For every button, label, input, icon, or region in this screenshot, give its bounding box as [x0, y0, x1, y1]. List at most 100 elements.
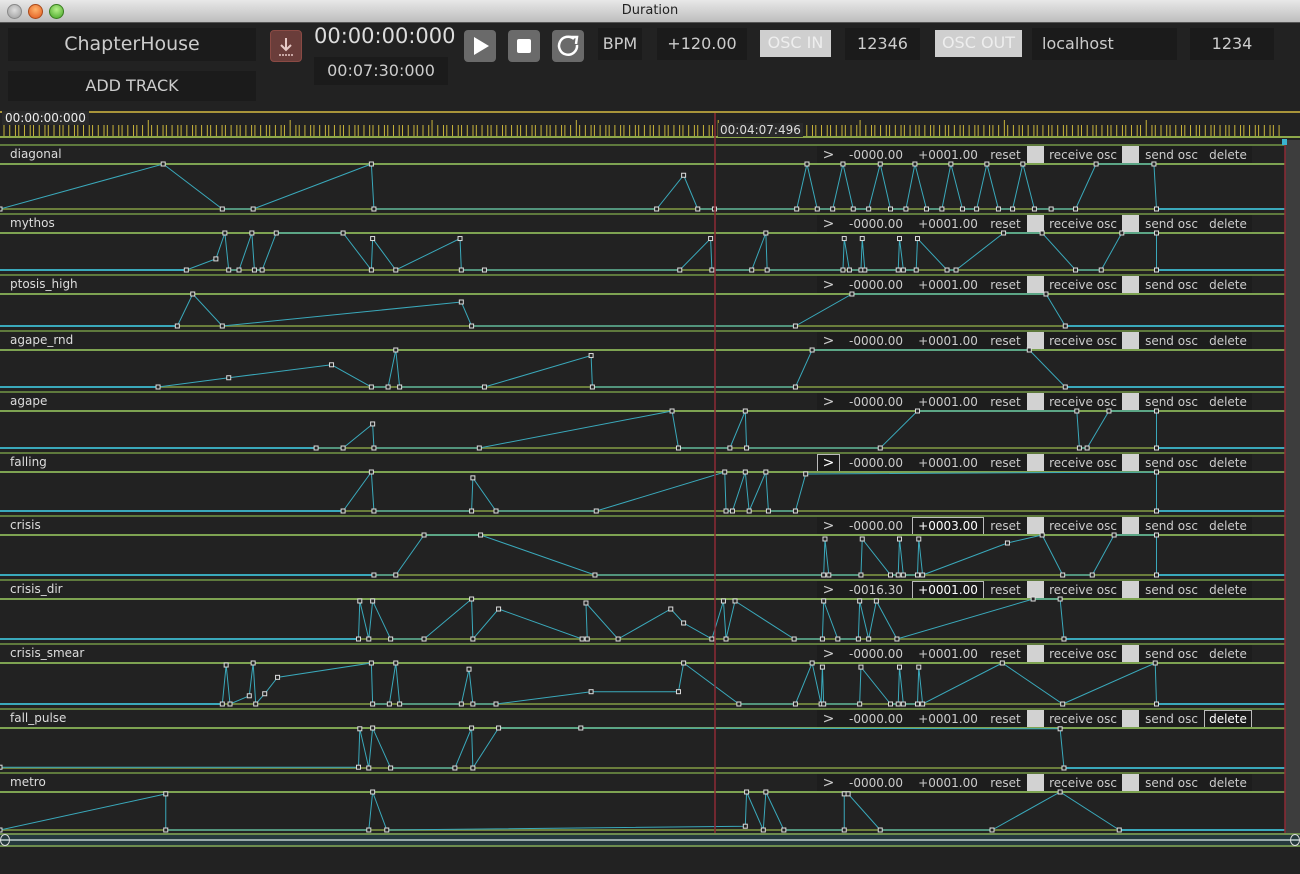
expand-button[interactable]: > [817, 146, 840, 164]
send-osc-checkbox[interactable] [1122, 517, 1139, 535]
track-crisis[interactable]: crisis > -0000.00 +0003.00 reset receive osc s… [0, 516, 1300, 578]
min-value-field[interactable]: -0000.00 [840, 393, 912, 411]
reset-button[interactable]: reset [984, 454, 1027, 472]
osc-in-toggle[interactable]: OSC IN [760, 30, 831, 57]
track-name[interactable]: agape_rnd [10, 333, 73, 347]
delete-button[interactable]: delete [1204, 393, 1252, 411]
min-value-field[interactable]: -0000.00 [840, 146, 912, 164]
delete-button[interactable]: delete [1204, 645, 1252, 663]
min-value-field[interactable]: -0000.00 [840, 645, 912, 663]
track-mythos[interactable]: mythos > -0000.00 +0001.00 reset receive osc s… [0, 214, 1300, 273]
track-name[interactable]: falling [10, 455, 47, 469]
reset-button[interactable]: reset [984, 393, 1027, 411]
min-value-field[interactable]: -0000.00 [840, 276, 912, 294]
track-name[interactable]: metro [10, 775, 46, 789]
max-value-field[interactable]: +0001.00 [912, 710, 984, 728]
min-value-field[interactable]: -0000.00 [840, 454, 912, 472]
receive-osc-checkbox[interactable] [1027, 645, 1044, 663]
receive-osc-checkbox[interactable] [1027, 581, 1044, 599]
track-metro[interactable]: metro > -0000.00 +0001.00 reset receive osc se… [0, 773, 1300, 833]
reset-button[interactable]: reset [984, 517, 1027, 535]
delete-button[interactable]: delete [1204, 215, 1252, 233]
track-name[interactable]: ptosis_high [10, 277, 78, 291]
track-agape_rnd[interactable]: agape_rnd > -0000.00 +0001.00 reset receive o… [0, 331, 1300, 390]
expand-button[interactable]: > [817, 645, 840, 663]
max-value-field[interactable]: +0001.00 [912, 215, 984, 233]
reset-button[interactable]: reset [984, 774, 1027, 792]
min-value-field[interactable]: -0000.00 [840, 517, 912, 535]
send-osc-checkbox[interactable] [1122, 774, 1139, 792]
track-name[interactable]: fall_pulse [10, 711, 66, 725]
play-button[interactable] [464, 30, 496, 62]
max-value-field[interactable]: +0001.00 [912, 332, 984, 350]
track-falling[interactable]: falling > -0000.00 +0001.00 reset receive osc… [0, 453, 1300, 514]
max-value-field[interactable]: +0001.00 [912, 454, 984, 472]
expand-button[interactable]: > [817, 215, 840, 233]
expand-button[interactable]: > [817, 454, 840, 472]
expand-button[interactable]: > [817, 276, 840, 294]
expand-button[interactable]: > [817, 710, 840, 728]
delete-button[interactable]: delete [1204, 517, 1252, 535]
track-ptosis_high[interactable]: ptosis_high > -0000.00 +0001.00 reset receive… [0, 275, 1300, 329]
receive-osc-checkbox[interactable] [1027, 710, 1044, 728]
receive-osc-checkbox[interactable] [1027, 774, 1044, 792]
track-name[interactable]: crisis_dir [10, 582, 63, 596]
send-osc-checkbox[interactable] [1122, 215, 1139, 233]
duration-field[interactable]: 00:07:30:000 [314, 57, 448, 85]
stop-button[interactable] [508, 30, 540, 62]
max-value-field[interactable]: +0001.00 [912, 581, 984, 599]
max-value-field[interactable]: +0001.00 [912, 393, 984, 411]
reset-button[interactable]: reset [984, 645, 1027, 663]
save-button[interactable] [270, 30, 302, 62]
send-osc-checkbox[interactable] [1122, 332, 1139, 350]
expand-button[interactable]: > [817, 581, 840, 599]
delete-button[interactable]: delete [1204, 774, 1252, 792]
expand-button[interactable]: > [817, 517, 840, 535]
osc-out-toggle[interactable]: OSC OUT [935, 30, 1022, 57]
max-value-field[interactable]: +0001.00 [912, 276, 984, 294]
reset-button[interactable]: reset [984, 276, 1027, 294]
reset-button[interactable]: reset [984, 146, 1027, 164]
delete-button[interactable]: delete [1204, 454, 1252, 472]
reset-button[interactable]: reset [984, 710, 1027, 728]
zoom-handle-left[interactable] [0, 834, 10, 846]
delete-button[interactable]: delete [1204, 581, 1252, 599]
max-value-field[interactable]: +0001.00 [912, 774, 984, 792]
osc-out-host-field[interactable]: localhost [1032, 28, 1177, 60]
loop-button[interactable] [552, 30, 584, 62]
min-value-field[interactable]: -0000.00 [840, 215, 912, 233]
max-value-field[interactable]: +0003.00 [912, 517, 984, 535]
max-value-field[interactable]: +0001.00 [912, 146, 984, 164]
add-track-button[interactable]: ADD TRACK [8, 71, 256, 101]
track-name[interactable]: crisis_smear [10, 646, 84, 660]
track-name[interactable]: agape [10, 394, 47, 408]
send-osc-checkbox[interactable] [1122, 645, 1139, 663]
track-name[interactable]: mythos [10, 216, 55, 230]
send-osc-checkbox[interactable] [1122, 146, 1139, 164]
bpm-field[interactable]: +120.00 [657, 28, 747, 60]
expand-button[interactable]: > [817, 774, 840, 792]
reset-button[interactable]: reset [984, 332, 1027, 350]
track-name[interactable]: crisis [10, 518, 41, 532]
track-fall_pulse[interactable]: fall_pulse > -0000.00 +0001.00 reset receive … [0, 709, 1300, 771]
expand-button[interactable]: > [817, 393, 840, 411]
send-osc-checkbox[interactable] [1122, 454, 1139, 472]
delete-button[interactable]: delete [1204, 710, 1252, 728]
receive-osc-checkbox[interactable] [1027, 517, 1044, 535]
send-osc-checkbox[interactable] [1122, 581, 1139, 599]
osc-out-port-field[interactable]: 1234 [1190, 28, 1274, 60]
receive-osc-checkbox[interactable] [1027, 215, 1044, 233]
receive-osc-checkbox[interactable] [1027, 393, 1044, 411]
osc-in-port-field[interactable]: 12346 [845, 28, 920, 60]
track-diagonal[interactable]: diagonal > -0000.00 +0001.00 reset receive os… [0, 145, 1300, 212]
zoom-scrollbar[interactable] [0, 833, 1300, 847]
delete-button[interactable]: delete [1204, 332, 1252, 350]
min-value-field[interactable]: -0016.30 [840, 581, 912, 599]
timeline-ruler[interactable]: 00:00:00:000 00:04:07:496 [0, 111, 1300, 139]
receive-osc-checkbox[interactable] [1027, 454, 1044, 472]
track-name[interactable]: diagonal [10, 147, 62, 161]
send-osc-checkbox[interactable] [1122, 276, 1139, 294]
reset-button[interactable]: reset [984, 581, 1027, 599]
delete-button[interactable]: delete [1204, 146, 1252, 164]
track-crisis_smear[interactable]: crisis_smear > -0000.00 +0001.00 reset receiv… [0, 644, 1300, 707]
